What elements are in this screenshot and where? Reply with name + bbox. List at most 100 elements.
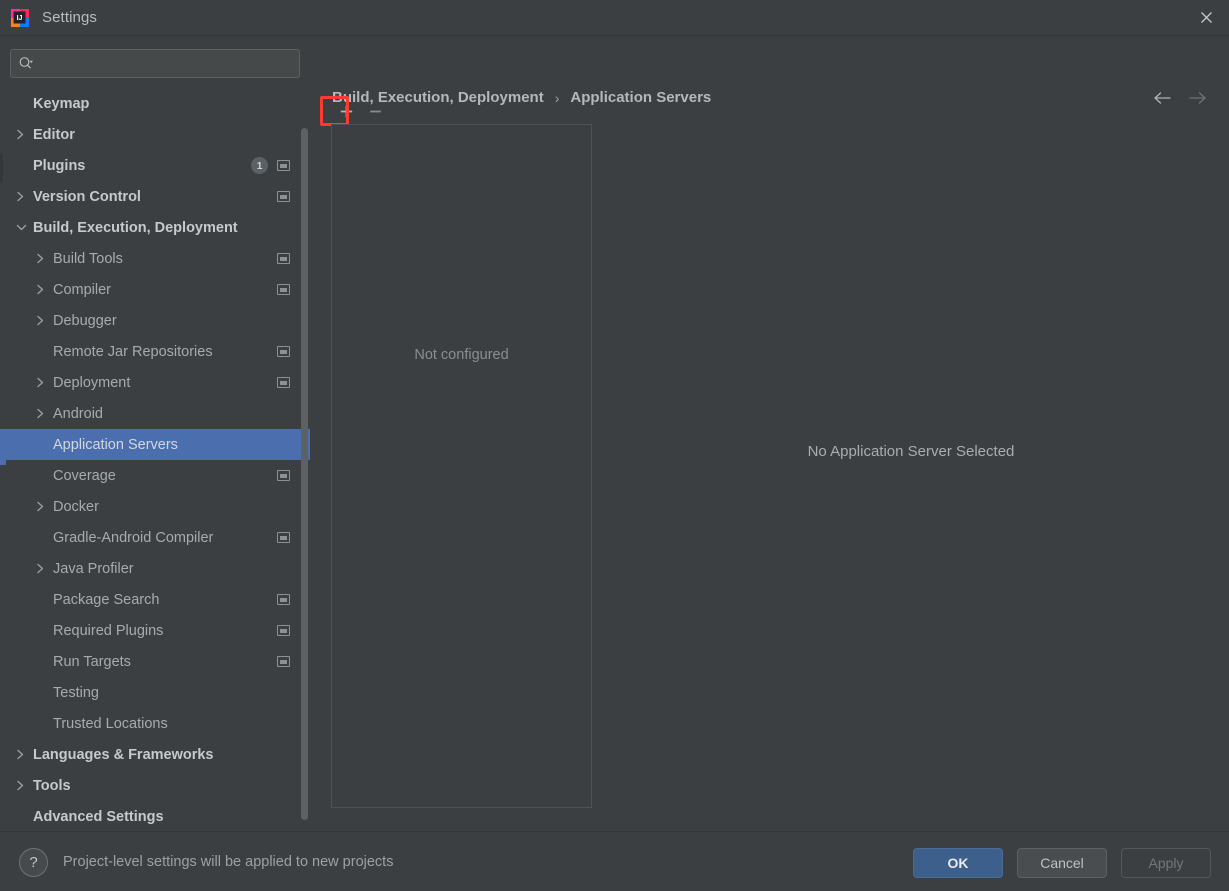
sidebar-item-plugins[interactable]: Plugins 1: [0, 150, 310, 181]
chevron-right-icon[interactable]: [16, 129, 33, 140]
sidebar-item-label: Plugins: [33, 157, 86, 174]
sidebar-left-nub: [0, 154, 3, 182]
project-level-setting-icon: [277, 160, 290, 171]
sidebar-item-languages-frameworks[interactable]: Languages & Frameworks: [0, 739, 310, 770]
sidebar-scrollbar-thumb[interactable]: [301, 128, 308, 820]
project-level-setting-icon: [277, 656, 290, 667]
sidebar-item-label: Compiler: [53, 281, 112, 298]
sidebar-item-label: Version Control: [33, 188, 141, 205]
sidebar-item-deployment[interactable]: Deployment: [0, 367, 310, 398]
project-level-setting-icon: [277, 346, 290, 357]
chevron-right-icon[interactable]: [36, 408, 53, 419]
chevron-right-icon[interactable]: [16, 780, 33, 791]
sidebar-item-coverage[interactable]: Coverage: [0, 460, 310, 491]
sidebar-item-debugger[interactable]: Debugger: [0, 305, 310, 336]
sidebar-item-keymap[interactable]: Keymap: [0, 88, 310, 119]
footer-buttons: OK Cancel Apply: [913, 848, 1211, 878]
chevron-right-icon[interactable]: [36, 377, 53, 388]
chevron-right-icon[interactable]: [36, 563, 53, 574]
sidebar-item-advanced-settings[interactable]: Advanced Settings: [0, 801, 310, 831]
sidebar-item-label: Deployment: [53, 374, 131, 391]
sidebar-item-trusted-locations[interactable]: Trusted Locations: [0, 708, 310, 739]
detail-empty-text: No Application Server Selected: [807, 443, 1015, 460]
project-level-setting-icon: [277, 191, 290, 202]
arrow-left-icon[interactable]: [1153, 88, 1173, 108]
settings-dialog: IJ Settings Keymap Editor Plugins 1 Vers…: [0, 0, 1229, 891]
sidebar-item-label: Build, Execution, Deployment: [33, 219, 238, 236]
sidebar-item-required-plugins[interactable]: Required Plugins: [0, 615, 310, 646]
breadcrumb-current: Application Servers: [570, 89, 712, 106]
sidebar-item-label: Advanced Settings: [33, 808, 164, 825]
breadcrumb-separator-icon: ›: [554, 89, 560, 106]
sidebar-item-label: Docker: [53, 498, 99, 515]
sidebar-item-label: Gradle-Android Compiler: [53, 529, 214, 546]
sidebar-item-label: Editor: [33, 126, 75, 143]
ok-button[interactable]: OK: [913, 848, 1003, 878]
sidebar-item-compiler[interactable]: Compiler: [0, 274, 310, 305]
sidebar-item-label: Application Servers: [53, 436, 178, 453]
add-server-button[interactable]: [332, 97, 361, 126]
apply-button: Apply: [1121, 848, 1211, 878]
search-box[interactable]: [10, 49, 300, 78]
sidebar-item-version-control[interactable]: Version Control: [0, 181, 310, 212]
selection-accent-strip: [0, 434, 6, 465]
application-servers-list[interactable]: Not configured: [331, 124, 592, 808]
remove-server-button: [361, 97, 390, 126]
project-level-setting-icon: [277, 284, 290, 295]
close-icon[interactable]: [1183, 0, 1229, 35]
sidebar-item-label: Run Targets: [53, 653, 131, 670]
sidebar-item-label: Testing: [53, 684, 99, 701]
sidebar-item-run-targets[interactable]: Run Targets: [0, 646, 310, 677]
search-field-wrapper: [10, 49, 300, 78]
dialog-footer: ? Project-level settings will be applied…: [0, 831, 1229, 891]
settings-sidebar: Keymap Editor Plugins 1 Version Control Build…: [0, 36, 310, 831]
sidebar-item-build-tools[interactable]: Build Tools: [0, 243, 310, 274]
chevron-down-icon[interactable]: [16, 223, 33, 232]
sidebar-item-editor[interactable]: Editor: [0, 119, 310, 150]
chevron-right-icon[interactable]: [36, 284, 53, 295]
sidebar-item-tools[interactable]: Tools: [0, 770, 310, 801]
sidebar-item-label: Package Search: [53, 591, 160, 608]
title-bar: IJ Settings: [0, 0, 1229, 36]
list-toolbar: [332, 97, 390, 126]
chevron-right-icon[interactable]: [36, 253, 53, 264]
sidebar-item-testing[interactable]: Testing: [0, 677, 310, 708]
sidebar-item-application-servers[interactable]: Application Servers: [0, 429, 310, 460]
sidebar-item-label: Tools: [33, 777, 71, 794]
sidebar-item-label: Java Profiler: [53, 560, 134, 577]
plugins-update-badge: 1: [251, 157, 268, 174]
sidebar-item-remote-jar-repositories[interactable]: Remote Jar Repositories: [0, 336, 310, 367]
sidebar-item-docker[interactable]: Docker: [0, 491, 310, 522]
chevron-right-icon[interactable]: [16, 191, 33, 202]
chevron-right-icon[interactable]: [16, 749, 33, 760]
window-title: Settings: [42, 9, 97, 26]
list-empty-text: Not configured: [414, 347, 509, 363]
cancel-button[interactable]: Cancel: [1017, 848, 1107, 878]
arrow-right-icon: [1187, 88, 1207, 108]
sidebar-item-package-search[interactable]: Package Search: [0, 584, 310, 615]
sidebar-item-label: Coverage: [53, 467, 116, 484]
project-level-setting-icon: [277, 377, 290, 388]
chevron-right-icon[interactable]: [36, 501, 53, 512]
sidebar-item-android[interactable]: Android: [0, 398, 310, 429]
sidebar-item-label: Build Tools: [53, 250, 123, 267]
search-icon: [18, 56, 35, 71]
footer-note: Project-level settings will be applied t…: [63, 854, 394, 870]
sidebar-item-build-execution-deployment[interactable]: Build, Execution, Deployment: [0, 212, 310, 243]
sidebar-item-label: Remote Jar Repositories: [53, 343, 213, 360]
search-input[interactable]: [35, 50, 299, 77]
project-level-setting-icon: [277, 470, 290, 481]
sidebar-item-java-profiler[interactable]: Java Profiler: [0, 553, 310, 584]
intellij-idea-logo-icon: IJ: [10, 8, 30, 28]
sidebar-item-gradle-android-compiler[interactable]: Gradle-Android Compiler: [0, 522, 310, 553]
navigation-arrows: [1153, 88, 1207, 108]
project-level-setting-icon: [277, 253, 290, 264]
main-panel: Build, Execution, Deployment › Applicati…: [310, 36, 1229, 831]
chevron-right-icon[interactable]: [36, 315, 53, 326]
svg-text:IJ: IJ: [17, 15, 23, 22]
project-level-setting-icon: [277, 594, 290, 605]
settings-tree: Keymap Editor Plugins 1 Version Control Build…: [0, 88, 310, 831]
sidebar-item-label: Android: [53, 405, 103, 422]
sidebar-item-label: Keymap: [33, 95, 90, 112]
help-icon[interactable]: ?: [19, 848, 48, 877]
